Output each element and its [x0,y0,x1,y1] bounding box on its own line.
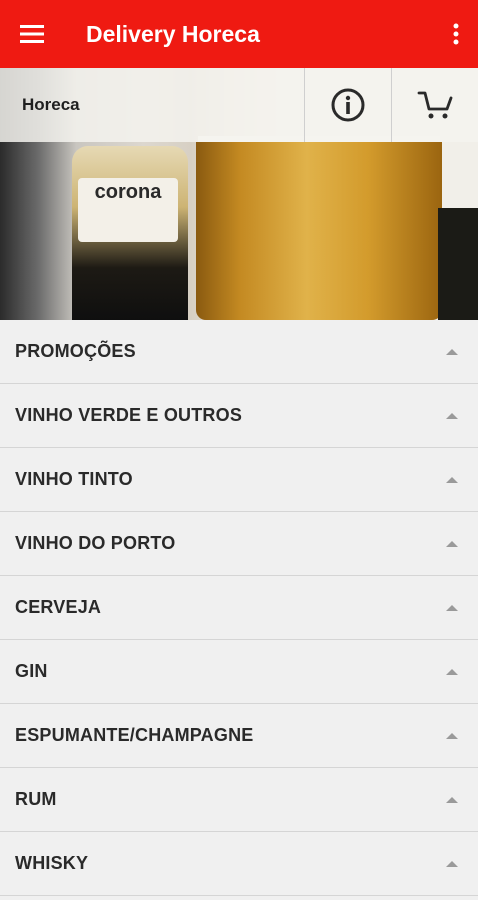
category-label: VINHO DO PORTO [15,533,176,553]
chevron-up-icon [446,732,458,739]
chevron-up-icon [446,348,458,355]
category-item-vinho-tinto[interactable]: VINHO TINTO [0,448,478,512]
beer-glass-image [196,142,442,320]
category-label: GIN [15,661,48,681]
category-item-cerveja[interactable]: CERVEJA [0,576,478,640]
category-label: RUM [15,789,57,809]
category-list: PROMOÇÕES VINHO VERDE E OUTROS VINHO TIN… [0,320,478,896]
chevron-up-icon [446,668,458,675]
cart-icon [417,91,453,119]
chevron-up-icon [446,540,458,547]
category-item-gin[interactable]: GIN [0,640,478,704]
hero-banner: corona Horeca [0,68,478,320]
info-button[interactable] [304,68,391,142]
chevron-up-icon [446,412,458,419]
category-item-vinho-do-porto[interactable]: VINHO DO PORTO [0,512,478,576]
store-name: Horeca [22,95,80,114]
background-dark [438,208,478,320]
chevron-up-icon [446,604,458,611]
category-item-promocoes[interactable]: PROMOÇÕES [0,320,478,384]
category-item-espumante[interactable]: ESPUMANTE/CHAMPAGNE [0,704,478,768]
hamburger-menu-icon [20,25,44,43]
menu-button[interactable] [0,0,64,68]
info-icon [331,88,365,122]
cart-button[interactable] [391,68,478,142]
app-bar: Delivery Horeca [0,0,478,68]
category-label: VINHO TINTO [15,469,133,489]
hero-toolbar: Horeca [0,68,478,142]
category-item-vinho-verde[interactable]: VINHO VERDE E OUTROS [0,384,478,448]
category-label: PROMOÇÕES [15,341,136,361]
category-item-whisky[interactable]: WHISKY [0,832,478,896]
category-label: CERVEJA [15,597,102,617]
chevron-up-icon [446,476,458,483]
beer-bottle-image: corona [72,146,188,320]
chevron-up-icon [446,796,458,803]
bottle-label: corona [78,178,178,242]
category-item-rum[interactable]: RUM [0,768,478,832]
chevron-up-icon [446,860,458,867]
category-label: ESPUMANTE/CHAMPAGNE [15,725,254,745]
category-label: WHISKY [15,853,89,873]
category-label: VINHO VERDE E OUTROS [15,405,243,425]
more-vertical-icon [453,23,459,45]
app-title: Delivery Horeca [86,20,260,47]
more-options-button[interactable] [442,0,470,68]
